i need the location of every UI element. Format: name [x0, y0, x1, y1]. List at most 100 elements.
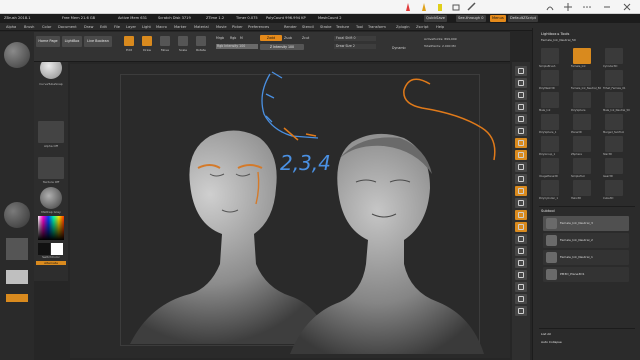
scale-tool-button[interactable]: Scale: [176, 35, 190, 55]
menu-item[interactable]: Zscript: [416, 25, 428, 29]
subtool-row[interactable]: Female_Ink_Neutral_1: [543, 250, 629, 265]
tool-tile[interactable]: [541, 158, 559, 174]
minimize-icon[interactable]: [602, 2, 612, 12]
tool-tile[interactable]: [573, 114, 591, 130]
local-button[interactable]: [515, 162, 527, 172]
switch-color-label[interactable]: SwitchColor: [36, 255, 66, 259]
rotate-view-button[interactable]: [515, 234, 527, 244]
main-color-swatch[interactable]: [38, 243, 50, 255]
tool-tile[interactable]: [605, 114, 623, 130]
more-icon[interactable]: [582, 2, 592, 12]
subtool-row[interactable]: Female_Ink_Neutral_2: [543, 233, 629, 248]
color-picker[interactable]: [38, 216, 64, 240]
tool-tile[interactable]: [605, 158, 623, 174]
menu-item[interactable]: Render: [284, 25, 297, 29]
tool-tile[interactable]: [605, 48, 623, 64]
color-swatch[interactable]: [6, 238, 28, 260]
menu-item[interactable]: File: [114, 25, 120, 29]
menu-item[interactable]: Marker: [174, 25, 186, 29]
pan-icon[interactable]: [563, 2, 573, 12]
menu-item[interactable]: Layer: [126, 25, 136, 29]
secondary-color-swatch[interactable]: [6, 270, 28, 284]
menu-item[interactable]: Brush: [24, 25, 34, 29]
menu-item[interactable]: Macro: [156, 25, 167, 29]
tool-tile[interactable]: [605, 136, 623, 152]
linefill-button[interactable]: [515, 246, 527, 256]
rotate-tool-button[interactable]: Rotate: [194, 35, 208, 55]
menu-item[interactable]: Help: [436, 25, 444, 29]
rgb-toggle[interactable]: Rgb: [230, 36, 236, 40]
menu-item[interactable]: Preferences: [248, 25, 269, 29]
mrgb-toggle[interactable]: Mrgb: [216, 36, 224, 40]
touch-writing-icon[interactable]: [545, 2, 555, 12]
menu-item[interactable]: Zplugin: [396, 25, 410, 29]
menu-item[interactable]: Tool: [356, 25, 363, 29]
menu-item[interactable]: Picker: [232, 25, 243, 29]
live-boolean-button[interactable]: Live Boolean: [84, 36, 112, 47]
solo-button[interactable]: [515, 294, 527, 304]
eraser-icon[interactable]: [451, 2, 461, 12]
subtool-row[interactable]: PM3D_Plane3D1: [543, 267, 629, 282]
spix-button[interactable]: [515, 78, 527, 88]
menu-item[interactable]: Texture: [336, 25, 349, 29]
polyf-button[interactable]: [515, 258, 527, 268]
lsym-button[interactable]: [515, 174, 527, 184]
alpha-thumbnail[interactable]: [38, 121, 64, 143]
secondary-color-swatch[interactable]: [51, 243, 63, 255]
scale-view-button[interactable]: [515, 222, 527, 232]
aahalf-button[interactable]: [515, 126, 527, 136]
tool-tile[interactable]: [605, 180, 623, 196]
tool-tile[interactable]: [605, 92, 623, 108]
home-page-button[interactable]: Home Page: [36, 36, 60, 47]
default-zscript-button[interactable]: DefaultZScript: [508, 15, 539, 22]
frame-button[interactable]: [515, 198, 527, 208]
texture-thumbnail[interactable]: [38, 157, 64, 179]
tool-tile[interactable]: [541, 180, 559, 196]
ruler-icon[interactable]: [467, 2, 477, 12]
zsub-toggle[interactable]: Zsub: [284, 36, 292, 40]
canvas-viewport[interactable]: 2,3,4: [70, 64, 510, 358]
tool-tile[interactable]: [541, 92, 559, 108]
menu-item[interactable]: Material: [194, 25, 209, 29]
material-preview[interactable]: [4, 202, 30, 228]
menu-item[interactable]: Stroke: [320, 25, 331, 29]
lightbox-button[interactable]: LightBox: [62, 36, 82, 47]
tool-tile[interactable]: [573, 136, 591, 152]
xpose-button[interactable]: [515, 306, 527, 316]
menus-button[interactable]: Menus: [490, 15, 506, 22]
list-all-button[interactable]: List All: [541, 332, 551, 336]
tool-tile[interactable]: [573, 48, 591, 64]
subtool-row[interactable]: Female_Ink_Neutral_3: [543, 216, 629, 231]
dynamic-button[interactable]: [515, 282, 527, 292]
quicksave-button[interactable]: QuickSave: [424, 15, 447, 22]
transp-button[interactable]: [515, 270, 527, 280]
menu-item[interactable]: Edit: [100, 25, 107, 29]
gxyz-button[interactable]: [515, 186, 527, 196]
tool-tile[interactable]: [573, 158, 591, 174]
dynamic-toggle[interactable]: Dynamic: [392, 46, 406, 50]
matcap-thumbnail[interactable]: [40, 187, 62, 209]
tool-tile[interactable]: [605, 70, 623, 86]
tool-tile[interactable]: [573, 70, 591, 86]
z-intensity-slider[interactable]: Z Intensity 100: [260, 44, 304, 50]
tool-tile[interactable]: [541, 136, 559, 152]
zoom-button[interactable]: [515, 102, 527, 112]
m-toggle[interactable]: M: [240, 36, 243, 40]
move-view-button[interactable]: [515, 210, 527, 220]
close-icon[interactable]: [622, 2, 632, 12]
menu-item[interactable]: Draw: [84, 25, 93, 29]
menu-item[interactable]: Document: [58, 25, 77, 29]
tool-tile[interactable]: [541, 114, 559, 130]
highlighter-icon[interactable]: [435, 2, 445, 12]
tool-tile[interactable]: [573, 180, 591, 196]
ballpoint-pen-icon[interactable]: [403, 2, 413, 12]
tool-tile[interactable]: [541, 70, 559, 86]
menu-item[interactable]: Alpha: [6, 25, 16, 29]
menu-item[interactable]: Movie: [216, 25, 227, 29]
bpr-button[interactable]: [515, 66, 527, 76]
tool-tile[interactable]: [573, 92, 591, 108]
subtool-header[interactable]: Subtool: [541, 209, 555, 213]
alternate-button[interactable]: Alternate: [36, 261, 66, 265]
menu-item[interactable]: Stencil: [302, 25, 314, 29]
move-tool-button[interactable]: Move: [158, 35, 172, 55]
